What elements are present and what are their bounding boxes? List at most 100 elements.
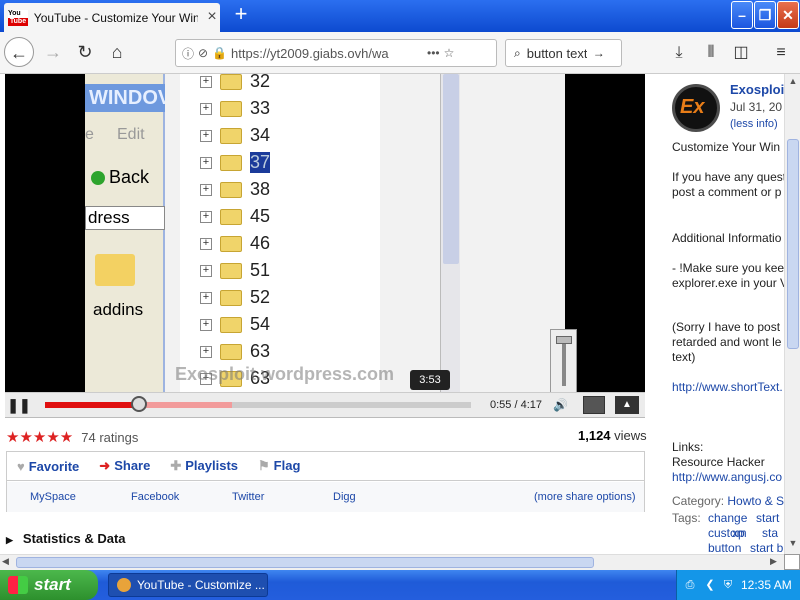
sidebar-scrollbar[interactable]: ▲ ▼: [784, 74, 800, 554]
bookmark-star-icon[interactable]: ☆: [444, 46, 455, 60]
tree-folder-label: 34: [250, 125, 271, 145]
expand-plus-icon: +: [200, 75, 212, 88]
explorer-back-button: Back: [85, 162, 165, 192]
download-icon[interactable]: ⤓: [666, 40, 692, 66]
tag-link[interactable]: sta: [762, 526, 778, 541]
tree-folder-46: +46: [200, 230, 270, 257]
less-info-link[interactable]: (less info): [730, 118, 778, 130]
horizontal-scrollbar-thumb[interactable]: [16, 557, 594, 568]
description-line: explorer.exe in your V: [672, 276, 784, 290]
url-bar[interactable]: ⓘ ⊘ 🔒 https://yt2009.giabs.ovh/wa ••• ☆: [175, 39, 497, 67]
search-box[interactable]: ⌕ button text →: [505, 39, 622, 67]
reload-icon[interactable]: ↻: [70, 37, 100, 67]
category-link[interactable]: Howto & S: [727, 494, 784, 508]
scroll-down-icon[interactable]: ▼: [786, 536, 800, 550]
scroll-right-icon[interactable]: ▶: [770, 556, 777, 567]
seek-tooltip: 3:53: [410, 370, 450, 390]
share-button[interactable]: ➜ Share: [99, 458, 150, 474]
more-share-options-link[interactable]: (more share options): [534, 491, 636, 503]
volume-slider[interactable]: [550, 329, 577, 392]
progress-played: [45, 402, 139, 408]
tree-folder-label: 52: [250, 287, 271, 307]
horizontal-scrollbar[interactable]: ◀ ▶: [0, 554, 784, 570]
flag-button[interactable]: ⚑ Flag: [258, 458, 300, 474]
tag-link[interactable]: start: [756, 511, 779, 526]
tag-link[interactable]: change: [708, 511, 747, 526]
playlists-button[interactable]: ✚ Playlists: [170, 458, 238, 474]
playlists-label: Playlists: [185, 458, 239, 473]
expand-plus-icon: +: [200, 318, 212, 331]
tag-link[interactable]: start b: [750, 541, 783, 554]
forward-arrow-icon[interactable]: →: [38, 37, 68, 67]
pause-icon[interactable]: ❚❚: [5, 393, 33, 417]
share-label: Share: [114, 458, 151, 473]
expand-plus-icon: +: [200, 291, 212, 304]
description-link[interactable]: http://www.angusj.co: [672, 470, 782, 485]
minimize-button[interactable]: –: [731, 1, 753, 29]
lock-icon[interactable]: 🔒: [212, 46, 227, 60]
home-icon[interactable]: ⌂: [102, 37, 132, 67]
explorer-window-left: WINDOV e Edit Back dress addins: [85, 74, 165, 392]
rating-count: 74 ratings: [81, 429, 139, 445]
scrollbar-thumb[interactable]: [787, 139, 799, 349]
scroll-up-icon[interactable]: ▲: [786, 74, 800, 88]
library-icon[interactable]: ⫴: [698, 40, 724, 66]
player-size-icon[interactable]: [583, 396, 605, 414]
plus-icon: ✚: [170, 458, 182, 473]
share-arrow-icon: ➜: [99, 458, 111, 473]
url-text[interactable]: https://yt2009.giabs.ovh/wa: [231, 46, 423, 61]
menu-hamburger-icon[interactable]: ≡: [768, 40, 794, 66]
tag-link[interactable]: xp: [732, 526, 745, 541]
browser-tab[interactable]: YouTube - Customize Your Window ×: [4, 3, 220, 32]
close-window-button[interactable]: ✕: [777, 1, 799, 29]
info-icon[interactable]: ⓘ: [182, 45, 194, 62]
tab-close-icon[interactable]: ×: [204, 8, 220, 26]
flag-label: Flag: [273, 458, 301, 473]
favorite-button[interactable]: ♥ Favorite: [17, 459, 79, 474]
back-arrow-icon[interactable]: ←: [4, 37, 34, 67]
tag-link[interactable]: button: [708, 541, 741, 554]
shield-icon[interactable]: ⛨: [721, 578, 735, 592]
share-myspace-link[interactable]: MySpace: [30, 491, 76, 503]
favorite-label: Favorite: [28, 458, 80, 474]
share-digg-link[interactable]: Digg: [333, 491, 356, 503]
tracking-protection-icon[interactable]: ⊘: [198, 46, 208, 60]
volume-icon[interactable]: 🔊: [553, 395, 573, 415]
fullscreen-icon[interactable]: ▲: [615, 396, 639, 414]
video-player[interactable]: WINDOV e Edit Back dress addins +32 +33 +3…: [5, 74, 645, 392]
progress-bar[interactable]: [45, 402, 471, 408]
folder-icon: [220, 154, 242, 171]
sidebar-toggle-icon[interactable]: ◫: [728, 40, 754, 66]
expand-plus-icon: +: [200, 210, 212, 223]
share-twitter-link[interactable]: Twitter: [232, 491, 264, 503]
views-label: views: [614, 428, 647, 443]
chevron-left-icon[interactable]: ❮: [703, 578, 717, 592]
explorer-menu-letter: e: [85, 126, 94, 143]
scrollbar-corner: [784, 554, 800, 570]
tree-folder-34: +34: [200, 122, 270, 149]
tree-folder-label: 37: [250, 152, 271, 173]
maximize-button[interactable]: ❐: [754, 1, 776, 29]
scroll-left-icon[interactable]: ◀: [2, 556, 9, 567]
taskbar-item-youtube[interactable]: YouTube - Customize ...: [108, 573, 268, 597]
tree-folder-51: +51: [200, 257, 270, 284]
printer-icon[interactable]: ⎙: [683, 578, 697, 592]
action-panel: ♥ Favorite ➜ Share ✚ Playlists ⚑ Flag MySpac…: [6, 451, 645, 512]
description-line: post a comment or p: [672, 185, 782, 199]
expand-plus-icon: +: [200, 129, 212, 142]
star-rating-icon[interactable]: ★★★★★: [6, 428, 73, 446]
statistics-toggle[interactable]: Statistics & Data: [6, 531, 126, 546]
ratings: ★★★★★ 74 ratings: [6, 428, 138, 446]
new-tab-button[interactable]: +: [230, 3, 252, 26]
playhead-handle[interactable]: [130, 396, 147, 412]
start-button[interactable]: start: [0, 570, 98, 600]
search-input[interactable]: button text: [527, 46, 587, 61]
search-go-arrow-icon[interactable]: →: [593, 46, 605, 60]
volume-knob[interactable]: [556, 336, 572, 344]
page-actions-icon[interactable]: •••: [427, 46, 440, 60]
channel-avatar[interactable]: [672, 84, 720, 132]
description-link[interactable]: http://www.shortText.: [672, 380, 783, 395]
channel-name-link[interactable]: Exosploit: [730, 82, 784, 97]
folder-icon: [220, 127, 242, 144]
share-facebook-link[interactable]: Facebook: [131, 491, 179, 503]
